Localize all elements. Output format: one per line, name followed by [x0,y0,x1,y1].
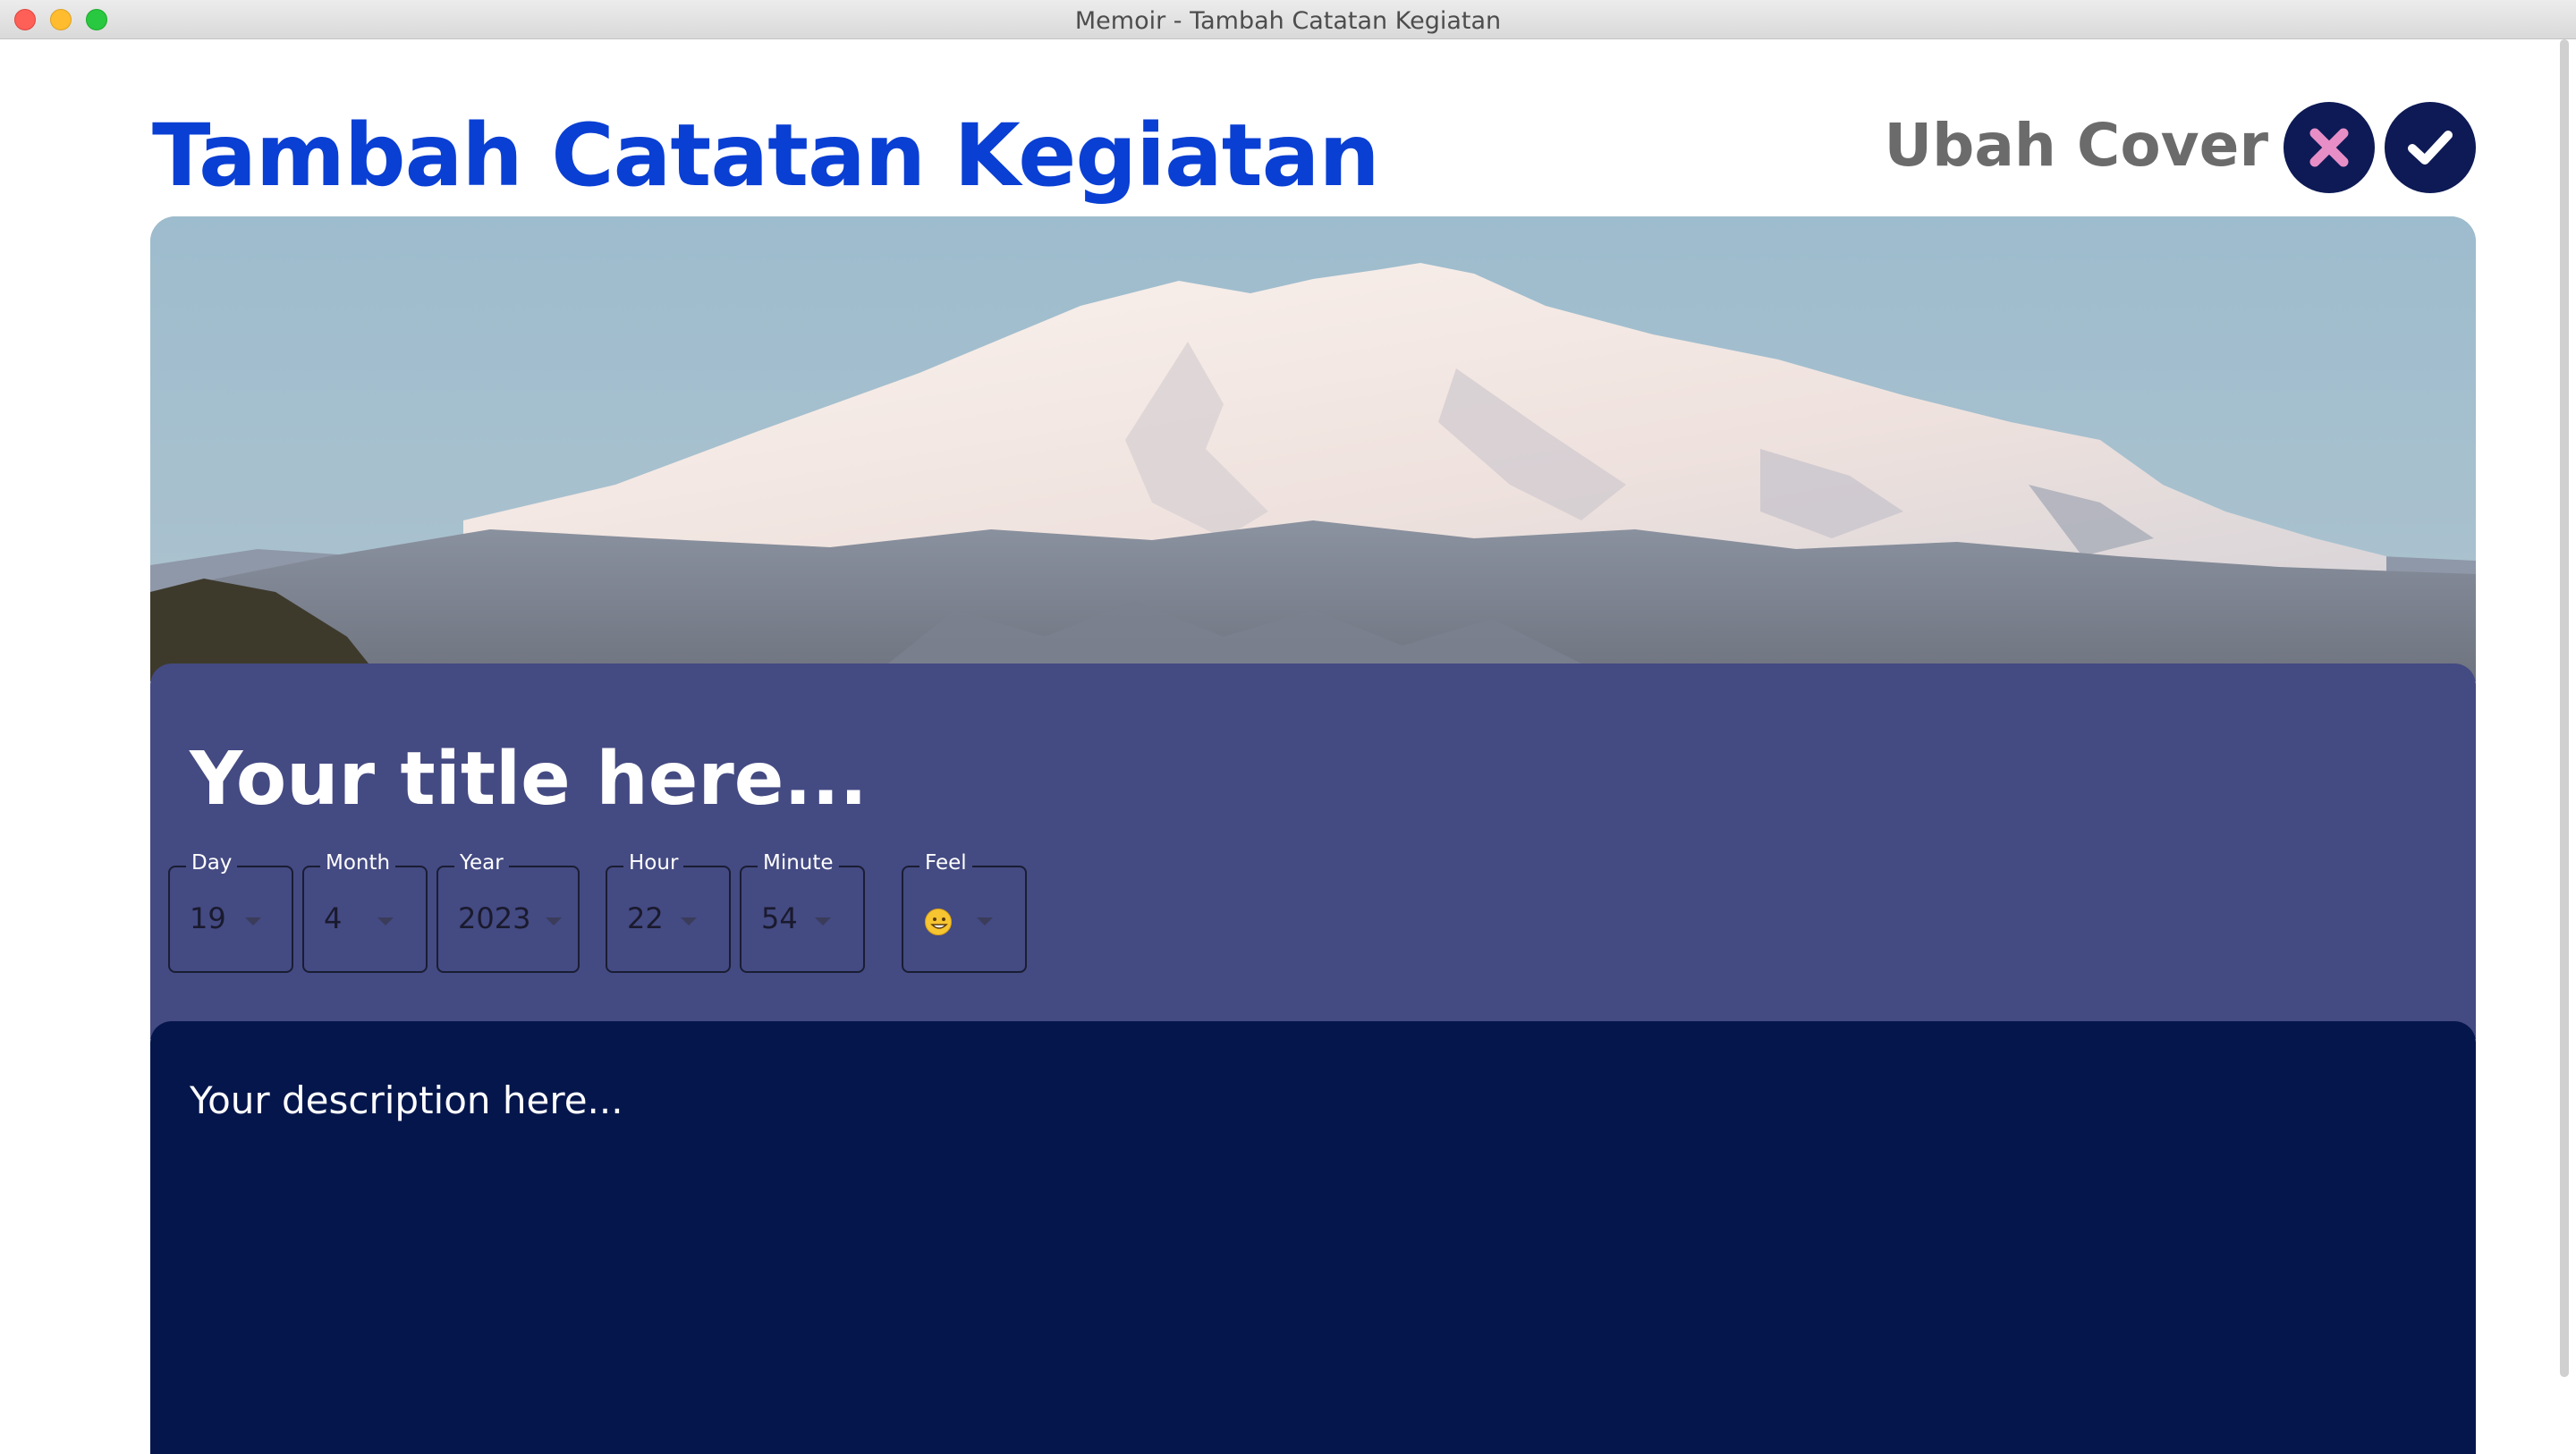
day-label: Day [186,851,238,875]
chevron-down-icon [245,917,261,926]
minute-select[interactable]: Minute 54 [740,851,865,973]
close-icon [2309,128,2349,167]
feel-select[interactable]: Feel [902,851,1027,973]
minute-value: 54 [761,901,798,935]
chevron-down-icon [815,917,831,926]
window-title: Memoir - Tambah Catatan Kegiatan [1074,7,1502,35]
description-input[interactable]: Your description here... [190,1078,623,1122]
cover-image [150,216,2476,681]
entry-title-input[interactable]: Your title here... [190,737,868,822]
confirm-button[interactable] [2385,102,2476,193]
entry-description-panel: Your description here... [150,1021,2476,1454]
feel-label: Feel [919,851,972,875]
cancel-button[interactable] [2284,102,2375,193]
checkmark-icon [2408,131,2453,165]
day-select[interactable]: Day 19 [168,851,293,973]
window-titlebar: Memoir - Tambah Catatan Kegiatan [0,0,2576,39]
minute-label: Minute [758,851,839,875]
page-title: Tambah Catatan Kegiatan [152,106,1380,206]
hour-value: 22 [627,901,664,935]
chevron-down-icon [377,917,394,926]
mountain-photo [150,216,2476,681]
month-select[interactable]: Month 4 [302,851,428,973]
month-label: Month [320,851,396,875]
change-cover-button[interactable]: Ubah Cover [1885,111,2268,180]
chevron-down-icon [681,917,697,926]
grinning-face-emoji-icon [925,909,952,935]
chevron-down-icon [977,917,993,926]
entry-header-panel: Your title here... Day 19 Month 4 Year 2… [150,664,2476,1039]
hour-select[interactable]: Hour 22 [606,851,731,973]
vertical-scrollbar[interactable] [2560,39,2569,1377]
year-select[interactable]: Year 2023 [436,851,580,973]
year-value: 2023 [458,901,531,935]
month-value: 4 [324,901,343,935]
hour-label: Hour [623,851,684,875]
year-label: Year [454,851,509,875]
day-value: 19 [190,901,226,935]
chevron-down-icon [546,917,562,926]
